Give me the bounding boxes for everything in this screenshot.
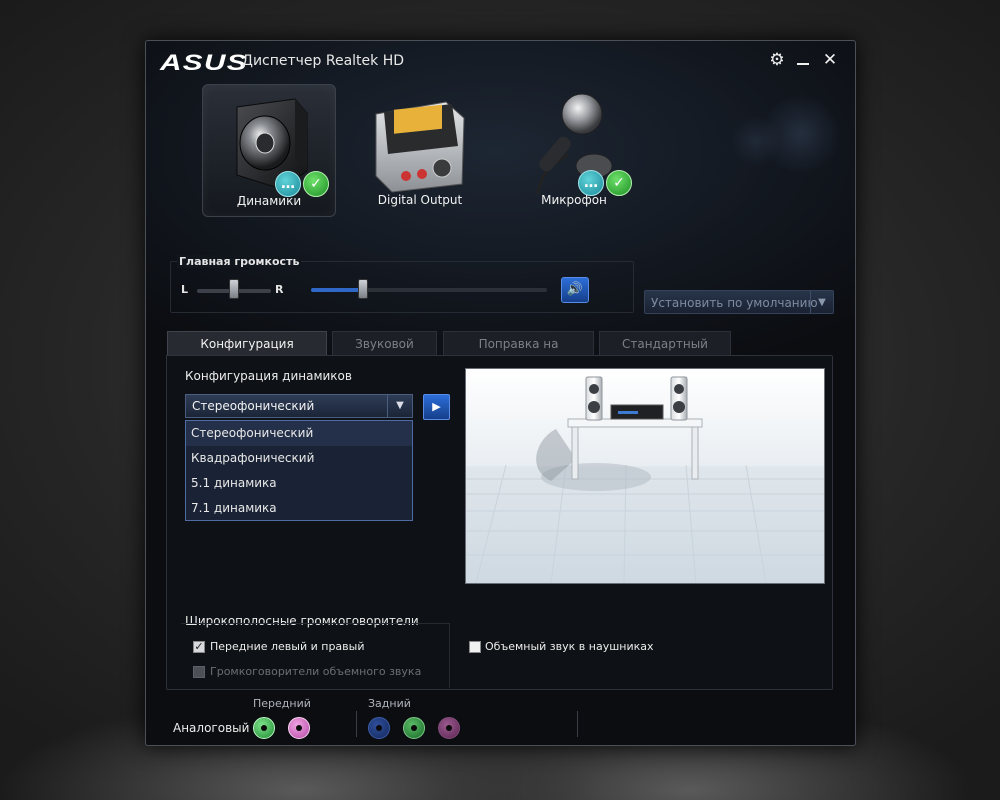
tab-sound-effect[interactable]: Звуковой эффект: [332, 331, 437, 375]
speaker-preview-scene: [466, 376, 824, 583]
volume-slider-thumb[interactable]: [357, 279, 368, 299]
surround-label: Громкоговорители объемного звука: [210, 665, 422, 678]
dropdown-option[interactable]: 7.1 динамика: [186, 496, 412, 521]
main-volume-label: Главная громкость: [177, 255, 302, 268]
surround-checkbox[interactable]: [193, 666, 205, 678]
fullrange-group: [181, 623, 450, 688]
main-volume-group: Главная громкость L R 🔊: [170, 255, 634, 313]
device-speakers[interactable]: … ✓ Динамики: [202, 84, 336, 217]
jack-divider: [356, 711, 357, 737]
speaker-preview[interactable]: [465, 368, 825, 584]
jack-front-pink[interactable]: [288, 717, 310, 739]
chevron-down-icon[interactable]: ▼: [387, 395, 412, 417]
device-digital-output[interactable]: Digital Output: [354, 84, 486, 215]
title-bar: ASUS Диспетчер Realtek HD ⚙ ✕: [146, 41, 855, 81]
set-default-label: Установить по умолчанию: [651, 296, 818, 310]
speaker-config-panel: Конфигурация динамиков Стереофонический …: [166, 355, 833, 690]
speaker-config-dropdown: Стереофонический Квадрафонический 5.1 ди…: [185, 420, 413, 521]
analog-label: Аналоговый: [173, 721, 250, 735]
dropdown-option[interactable]: 5.1 динамика: [186, 471, 412, 496]
jack-front-green[interactable]: [253, 717, 275, 739]
dropdown-option[interactable]: Квадрафонический: [186, 446, 412, 471]
window-title: Диспетчер Realtek HD: [242, 53, 405, 69]
minimize-icon[interactable]: [792, 49, 814, 71]
speaker-config-select[interactable]: Стереофонический ▼: [185, 394, 413, 418]
balance-right-label: R: [275, 283, 284, 296]
jack-divider-right: [577, 711, 578, 737]
jack-rear-blue[interactable]: [368, 717, 390, 739]
volume-fill: [311, 288, 363, 292]
front-jacks-label: Передний: [253, 697, 311, 710]
device-label-speakers: Динамики: [236, 194, 302, 208]
volume-track[interactable]: [311, 288, 547, 292]
set-default-button[interactable]: Установить по умолчанию ▼: [644, 290, 834, 314]
tab-room-correction[interactable]: Поправка на помещение: [443, 331, 594, 375]
front-lr-label: Передние левый и правый: [210, 640, 365, 653]
rear-jacks-label: Задний: [368, 697, 411, 710]
jack-rear-pink[interactable]: [438, 717, 460, 739]
tab-default-format[interactable]: Стандартный формат: [599, 331, 731, 375]
chevron-down-icon[interactable]: ▼: [810, 291, 833, 313]
speaker-config-heading: Конфигурация динамиков: [185, 369, 352, 383]
balance-left-label: L: [181, 283, 189, 296]
balance-slider-thumb[interactable]: [229, 279, 239, 299]
gear-icon[interactable]: ⚙: [766, 49, 788, 71]
speaker-config-selected: Стереофонический: [192, 399, 315, 413]
front-lr-checkbox[interactable]: ✓: [193, 641, 205, 653]
jack-rear-green[interactable]: [403, 717, 425, 739]
play-icon[interactable]: ▶: [423, 394, 450, 420]
asus-logo: ASUS: [160, 50, 248, 75]
speaker-volume-icon[interactable]: 🔊: [561, 277, 589, 303]
dropdown-option[interactable]: Стереофонический: [186, 421, 412, 446]
realtek-window: ASUS Диспетчер Realtek HD ⚙ ✕ … ✓ Динами…: [145, 40, 856, 746]
tab-speaker-config[interactable]: Конфигурация динамиков: [167, 331, 327, 375]
device-label-digital-output: Digital Output: [377, 193, 463, 207]
device-microphone[interactable]: … ✓ Микрофон: [508, 84, 640, 215]
headphone-virtualization-checkbox[interactable]: [469, 641, 481, 653]
close-icon[interactable]: ✕: [819, 49, 841, 71]
device-label-microphone: Микрофон: [541, 193, 607, 207]
headphone-virtualization-label: Объемный звук в наушниках: [485, 640, 654, 653]
